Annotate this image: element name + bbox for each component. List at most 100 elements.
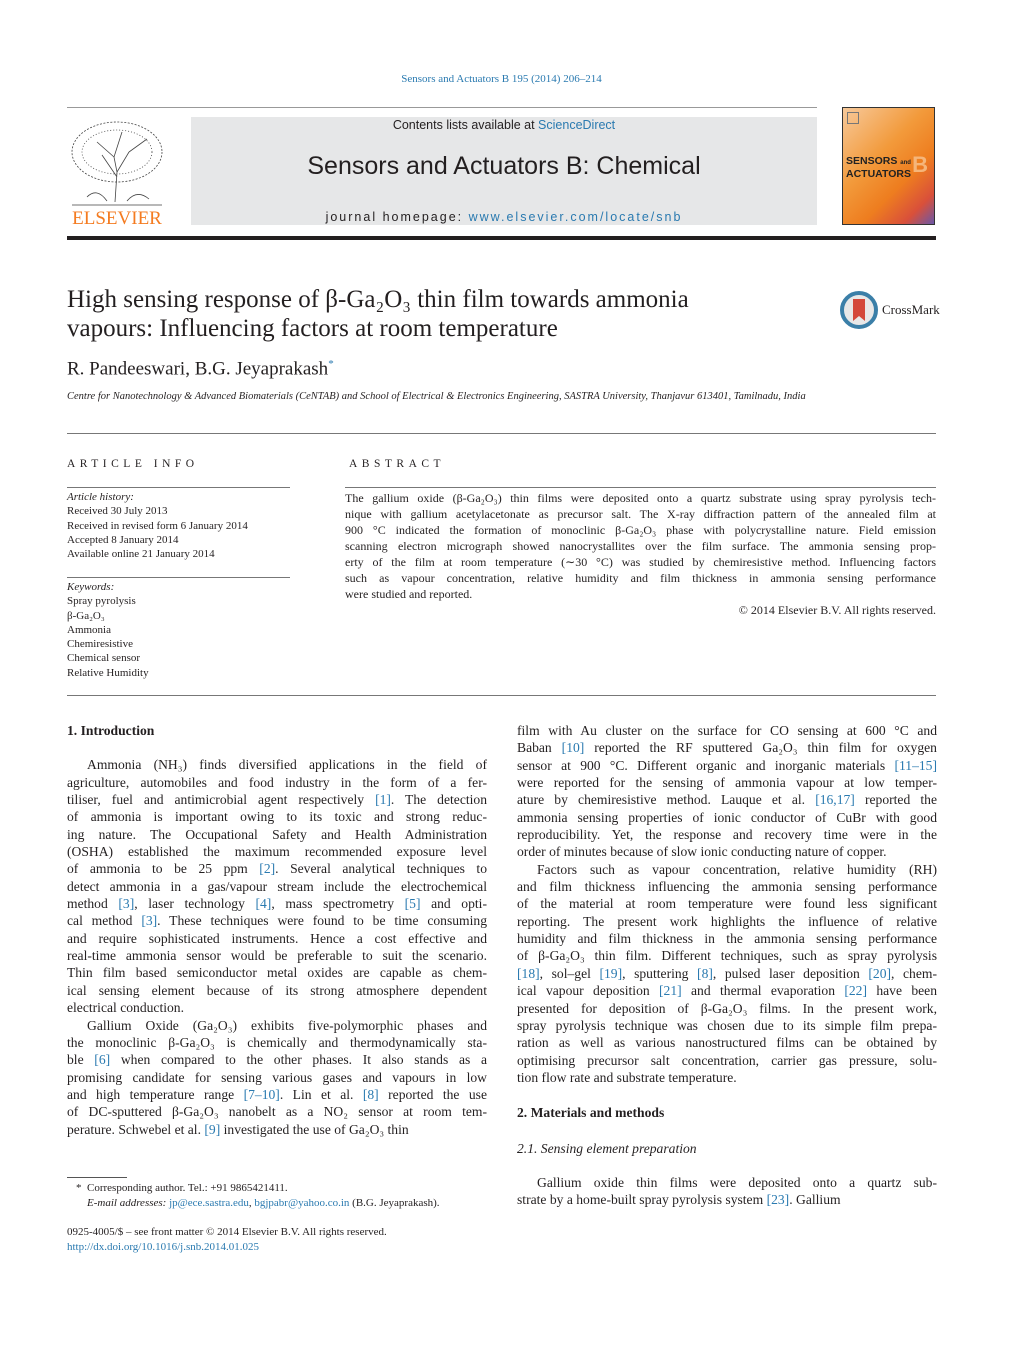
crossmark-icon — [840, 291, 878, 329]
footnote-rule — [67, 1177, 127, 1178]
text-line: were reported for the sensing of ammonia… — [517, 774, 937, 791]
crossmark-label: CrossMark — [882, 302, 940, 317]
text-run: agriculture, automobiles and food indust… — [67, 774, 487, 790]
cover-b-letter: B — [912, 152, 928, 177]
text-line: and film thickness influencing the ammon… — [517, 878, 937, 895]
text-run: have been — [867, 983, 938, 999]
text-line: Baban [10] reported the RF sputtered Ga₂… — [517, 739, 937, 756]
doi-link[interactable]: http://dx.doi.org/10.1016/j.snb.2014.01.… — [67, 1241, 259, 1253]
text-line: humidity and film thickness in the ammon… — [517, 930, 937, 947]
text-run: the monoclinic β-Ga₂O₃ is chemically and… — [67, 1034, 487, 1050]
text-run: film with Au cluster on the surface for … — [517, 723, 937, 738]
text-line: reporting. The present work highlights t… — [517, 913, 937, 930]
right-column: film with Au cluster on the surface for … — [517, 722, 937, 1209]
corresponding-author-mark[interactable]: * — [328, 358, 334, 370]
list-item: Chemiresistive — [67, 638, 133, 651]
text-line: ical vapour deposition [21] and thermal … — [517, 982, 937, 999]
keywords: Keywords: Spray pyrolysis β-Ga₂O₃ Ammonia C… — [67, 580, 149, 680]
footnote-mark: * — [76, 1182, 82, 1194]
citation-link[interactable]: [19] — [599, 966, 622, 981]
text-line: [18], sol–gel [19], sputtering [8], puls… — [517, 965, 937, 982]
citation-link[interactable]: [21] — [659, 983, 682, 998]
text-line: (OSHA) established the maximum recommend… — [67, 843, 487, 860]
list-item: β-Ga₂O₃ — [67, 609, 105, 622]
text-run: ical sensing element because of its stro… — [67, 982, 487, 998]
citation-link[interactable]: [1] — [375, 792, 391, 807]
homepage-link[interactable]: www.elsevier.com/locate/snb — [469, 210, 683, 224]
text-run: , pulsed laser deposition — [712, 965, 869, 981]
text-run: reported the use — [378, 1086, 487, 1102]
text-run: . These techniques were found to be time… — [157, 913, 488, 929]
text-run: perature. Schwebel et al. — [67, 1121, 205, 1137]
citation-link[interactable]: [3] — [141, 913, 157, 928]
citation-link[interactable]: [8] — [697, 966, 713, 981]
text-line: The gallium oxide (β-Ga₂O₃) thin films w… — [345, 490, 936, 506]
text-run: were reported for the sensing of ammonia… — [517, 775, 937, 791]
citation-link[interactable]: [16,17] — [815, 792, 855, 807]
citation-link[interactable]: [3] — [118, 896, 134, 911]
sciencedirect-link[interactable]: ScienceDirect — [538, 118, 615, 132]
citation-link[interactable]: [22] — [844, 983, 867, 998]
text-line: ical sensing element because of its stro… — [67, 982, 487, 999]
text-line: of DC-sputtered β-Ga₂O₃ nanobelt as a NO… — [67, 1103, 487, 1120]
cover-logo-icon — [847, 112, 859, 124]
cover-title: SENSORS and ACTUATORS — [846, 155, 911, 180]
history-list: Received 30 July 2013 Received in revised… — [67, 504, 248, 561]
citation-link[interactable]: [18] — [517, 966, 540, 981]
corresponding-footnote: * Corresponding author. Tel.: +91 986542… — [76, 1182, 440, 1209]
email-link[interactable]: bgjpabr@yahoo.co.in — [254, 1197, 349, 1209]
citation-link[interactable]: [2] — [259, 861, 275, 876]
citation-link[interactable]: [4] — [255, 896, 271, 911]
text-line: Gallium Oxide (Ga₂O₃) exhibits five-poly… — [67, 1017, 487, 1034]
email-link[interactable]: jp@ece.sastra.edu — [169, 1197, 249, 1209]
subsection-heading: 2.1. Sensing element preparation — [517, 1140, 697, 1156]
left-column-text: Ammonia (NH₃) finds diversified applicat… — [67, 756, 487, 1138]
text-run: reporting. The present work highlights t… — [517, 913, 937, 929]
section-heading-introduction: 1. Introduction — [67, 723, 155, 738]
text-run: of ammonia to be 25 ppm — [67, 861, 260, 877]
text-line: spray pyrolysis technique was chosen due… — [517, 1017, 937, 1034]
text-run: investigated the use of Ga₂O₃ thin — [220, 1121, 409, 1137]
text-run: 900 °C indicated the formation of monocl… — [345, 523, 936, 537]
citation-link[interactable]: [6] — [94, 1052, 110, 1067]
citation-link[interactable]: [23] — [767, 1192, 790, 1207]
text-run: Gallium oxide thin films were deposited … — [537, 1174, 937, 1190]
text-line: were studied and reported. — [345, 586, 936, 602]
divider — [67, 433, 936, 434]
text-run: of β-Ga₂O₃ thin film. Different techniqu… — [517, 948, 937, 964]
citation-link[interactable]: [20] — [868, 966, 891, 981]
text-run: and require sophisticated instruments. H… — [67, 930, 487, 946]
text-line: real-time ammonia sensor would be prefer… — [67, 947, 487, 964]
history-label: Article history: — [67, 491, 134, 503]
text-run: strate by a home-built spray pyrolysis s… — [517, 1192, 767, 1208]
text-line: of β-Ga₂O₃ thin film. Different techniqu… — [517, 947, 937, 964]
citation-link[interactable]: [11–15] — [894, 758, 937, 773]
authors: R. Pandeeswari, B.G. Jeyaprakash* — [67, 358, 334, 380]
journal-cover: SENSORS and ACTUATORS B — [842, 107, 935, 225]
citation-link[interactable]: [9] — [204, 1122, 220, 1137]
crossmark-badge[interactable]: CrossMark — [840, 291, 940, 329]
text-run: Baban — [517, 740, 562, 756]
elsevier-wordmark: ELSEVIER — [72, 208, 162, 227]
text-run: humidity and film thickness in the ammon… — [517, 931, 937, 947]
text-line: erty of the film at room temperature (∼3… — [345, 554, 936, 570]
text-run: cal method — [67, 913, 142, 929]
citation-link[interactable]: [5] — [405, 896, 421, 911]
paper-title: High sensing response of β-Ga₂O₃ thin fi… — [67, 285, 787, 343]
citation-link[interactable]: [10] — [562, 740, 585, 755]
elsevier-logo: ELSEVIER — [67, 117, 167, 229]
list-item: Spray pyrolysis — [67, 595, 136, 608]
text-run: Thin film based semiconductor metal oxid… — [67, 965, 487, 981]
list-item: Received 30 July 2013 — [67, 505, 168, 518]
paper-page: Sensors and Actuators B 195 (2014) 206–2… — [0, 0, 1020, 1351]
title-line: High sensing response of β-Ga₂O₃ thin fi… — [67, 286, 689, 313]
citation-link[interactable]: [7–10] — [244, 1087, 280, 1102]
text-line: of the material at room temperature were… — [517, 895, 937, 912]
text-run: ration as well as various nanostructured… — [517, 1035, 937, 1051]
text-run: Ammonia (NH₃) finds diversified applicat… — [87, 757, 487, 773]
title-line: vapours: Influencing factors at room tem… — [67, 315, 558, 342]
citation-link[interactable]: [8] — [363, 1087, 379, 1102]
journal-reference[interactable]: Sensors and Actuators B 195 (2014) 206–2… — [0, 73, 1003, 85]
left-column: 1. Introduction Ammonia (NH₃) finds dive… — [67, 722, 487, 1138]
text-run: . Gallium — [789, 1192, 841, 1208]
